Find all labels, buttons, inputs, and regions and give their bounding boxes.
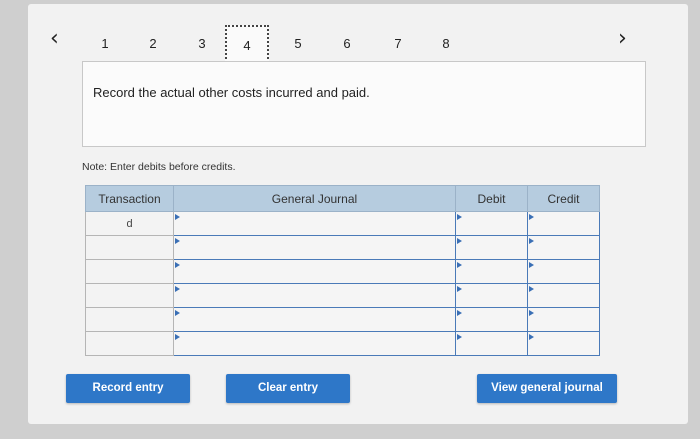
account-input[interactable] bbox=[173, 211, 456, 236]
account-input[interactable] bbox=[173, 235, 456, 260]
journal-header-row: Transaction General Journal Debit Credit bbox=[85, 185, 600, 212]
step-4-active[interactable]: 4 bbox=[225, 25, 269, 63]
credit-input[interactable] bbox=[527, 307, 600, 332]
account-input[interactable] bbox=[173, 307, 456, 332]
header-credit: Credit bbox=[527, 185, 600, 212]
chevron-right-icon[interactable]: › bbox=[618, 28, 627, 50]
journal-row bbox=[85, 283, 600, 308]
step-5[interactable]: 5 bbox=[284, 36, 312, 51]
debit-input[interactable] bbox=[455, 331, 528, 356]
step-1[interactable]: 1 bbox=[91, 36, 119, 51]
transaction-cell bbox=[85, 283, 174, 308]
debit-input[interactable] bbox=[455, 283, 528, 308]
question-panel: ‹ 1 2 3 4 5 6 7 8 › Record the actual ot… bbox=[28, 4, 688, 424]
transaction-cell bbox=[85, 307, 174, 332]
step-2[interactable]: 2 bbox=[139, 36, 167, 51]
account-input[interactable] bbox=[173, 283, 456, 308]
credit-input[interactable] bbox=[527, 235, 600, 260]
debit-input[interactable] bbox=[455, 307, 528, 332]
transaction-cell bbox=[85, 235, 174, 260]
debit-input[interactable] bbox=[455, 211, 528, 236]
credit-input[interactable] bbox=[527, 283, 600, 308]
credit-input[interactable] bbox=[527, 331, 600, 356]
journal-entry-table: Transaction General Journal Debit Credit… bbox=[85, 185, 600, 356]
step-6[interactable]: 6 bbox=[333, 36, 361, 51]
transaction-cell: d bbox=[85, 211, 174, 236]
header-debit: Debit bbox=[455, 185, 528, 212]
transaction-cell bbox=[85, 331, 174, 356]
debit-input[interactable] bbox=[455, 235, 528, 260]
instruction-note: Note: Enter debits before credits. bbox=[82, 161, 236, 173]
transaction-cell bbox=[85, 259, 174, 284]
credit-input[interactable] bbox=[527, 211, 600, 236]
account-input[interactable] bbox=[173, 259, 456, 284]
account-input[interactable] bbox=[173, 331, 456, 356]
chevron-left-icon[interactable]: ‹ bbox=[50, 28, 59, 50]
header-general-journal: General Journal bbox=[173, 185, 456, 212]
view-general-journal-button[interactable]: View general journal bbox=[477, 374, 617, 403]
debit-input[interactable] bbox=[455, 259, 528, 284]
step-8[interactable]: 8 bbox=[432, 36, 460, 51]
credit-input[interactable] bbox=[527, 259, 600, 284]
journal-row bbox=[85, 235, 600, 260]
header-transaction: Transaction bbox=[85, 185, 174, 212]
clear-entry-button[interactable]: Clear entry bbox=[226, 374, 350, 403]
record-entry-button[interactable]: Record entry bbox=[66, 374, 190, 403]
step-3[interactable]: 3 bbox=[188, 36, 216, 51]
journal-row: d bbox=[85, 211, 600, 236]
journal-row bbox=[85, 307, 600, 332]
question-prompt-box: Record the actual other costs incurred a… bbox=[82, 61, 646, 147]
step-7[interactable]: 7 bbox=[384, 36, 412, 51]
question-prompt: Record the actual other costs incurred a… bbox=[93, 85, 370, 100]
journal-row bbox=[85, 331, 600, 356]
journal-row bbox=[85, 259, 600, 284]
